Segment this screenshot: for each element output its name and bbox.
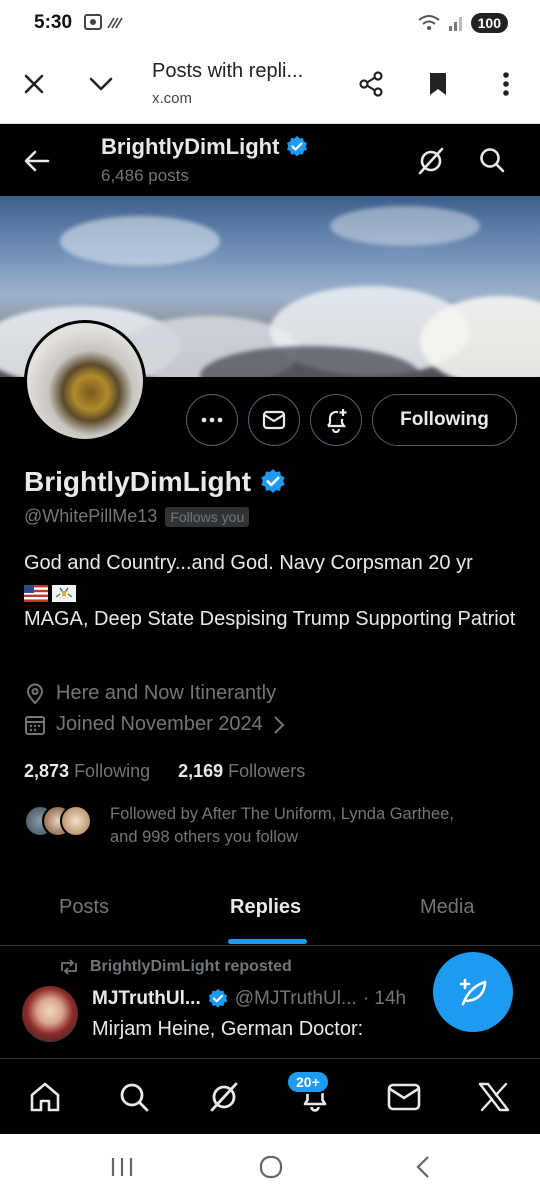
repost-icon: [61, 959, 77, 975]
back-arrow-icon[interactable]: [22, 146, 52, 176]
verified-badge-icon: [208, 988, 227, 1008]
follower-avatar: [60, 805, 92, 837]
header-name-text: BrightlyDimLight: [101, 134, 280, 159]
following-button[interactable]: Following: [372, 394, 517, 446]
back-chevron-icon[interactable]: [408, 1152, 438, 1182]
profile-tabs: Posts Replies Media: [0, 876, 540, 946]
notify-button[interactable]: [310, 394, 362, 446]
follows-you-badge: Follows you: [165, 506, 250, 527]
profile-handle-row: @WhitePillMe13 Follows you: [24, 506, 250, 527]
bottom-navigation: [0, 1058, 540, 1134]
active-tab-indicator: [228, 939, 307, 944]
followers-count: 2,169: [178, 761, 224, 781]
search-icon[interactable]: [116, 1079, 152, 1115]
close-icon[interactable]: [18, 68, 50, 100]
followers-stat[interactable]: 2,169 Followers: [178, 761, 305, 782]
grok-icon[interactable]: [206, 1079, 242, 1115]
header-name: BrightlyDimLight: [101, 134, 309, 160]
bell-plus-icon: [327, 409, 347, 433]
joined-row[interactable]: Joined November 2024: [24, 713, 285, 736]
verified-badge-icon: [287, 136, 308, 157]
profile-bio: God and Country...and God. Navy Corpsman…: [24, 549, 524, 633]
followed-by-avatars: [24, 805, 92, 839]
bio-flags: [24, 584, 76, 602]
following-count: 2,873: [24, 761, 70, 781]
location-text: Here and Now Itinerantly: [56, 682, 277, 704]
wifi-icon: [418, 15, 440, 30]
home-circle-icon[interactable]: [256, 1152, 286, 1182]
calendar-icon: [25, 715, 45, 735]
status-bar: 5:30 100: [0, 0, 540, 46]
bio-line-1: God and Country...and God. Navy Corpsman…: [24, 552, 473, 574]
screenshot-icon: [84, 14, 102, 30]
compose-post-button[interactable]: [433, 952, 513, 1032]
home-icon[interactable]: [27, 1079, 63, 1115]
tweet-time: · 14h: [362, 988, 407, 1009]
status-right-icons: 100: [417, 13, 508, 33]
us-flag-icon: [24, 584, 48, 602]
followed-by-line-2: and 998 others you follow: [110, 828, 299, 846]
header-posts-count: 6,486 posts: [101, 166, 189, 185]
verified-badge-icon[interactable]: [259, 468, 287, 496]
browser-url[interactable]: x.com: [152, 90, 192, 107]
profile-handle: @WhitePillMe13: [24, 506, 158, 526]
search-icon[interactable]: [478, 146, 508, 176]
following-stat[interactable]: 2,873 Following: [24, 761, 150, 782]
followers-label: Followers: [228, 761, 306, 781]
tweet-header: MJTruthUl... @MJTruthUl... · 14h: [92, 988, 406, 1010]
notifications-badge: 20+: [286, 1070, 330, 1094]
messages-icon[interactable]: [386, 1079, 422, 1115]
repost-label: BrightlyDimLight reposted: [90, 958, 292, 975]
status-left-icons: [84, 14, 124, 34]
joined-text: Joined November 2024: [56, 713, 263, 735]
followed-by-text: Followed by After The Uniform, Lynda Gar…: [110, 803, 510, 849]
tweet-author-avatar[interactable]: [22, 986, 78, 1042]
chevron-right-icon: [274, 715, 285, 734]
bookmark-icon[interactable]: [422, 68, 454, 100]
profile-header-bar: BrightlyDimLight 6,486 posts: [0, 124, 540, 196]
browser-toolbar: Posts with repli... x.com: [0, 46, 540, 124]
virgin-islands-flag-icon: [52, 584, 76, 602]
profile-name-text: BrightlyDimLight: [24, 466, 252, 497]
x-logo-icon[interactable]: [476, 1079, 512, 1115]
signal-icon: [448, 17, 462, 31]
repost-indicator: BrightlyDimLight reposted: [58, 958, 292, 976]
status-time: 5:30: [34, 12, 73, 33]
followed-by-row[interactable]: Followed by After The Uniform, Lynda Gar…: [24, 803, 510, 849]
nfc-icon: [107, 17, 123, 29]
chevron-down-icon[interactable]: [85, 68, 117, 100]
envelope-icon: [262, 410, 286, 430]
battery-icon: 100: [470, 13, 508, 33]
followed-by-line-1: Followed by After The Uniform, Lynda Gar…: [110, 805, 454, 823]
tab-posts[interactable]: Posts: [59, 896, 109, 919]
grok-icon[interactable]: [416, 146, 446, 176]
recents-icon[interactable]: [107, 1152, 137, 1182]
tab-media[interactable]: Media: [420, 896, 474, 919]
location-row: Here and Now Itinerantly: [24, 682, 276, 705]
more-vertical-icon[interactable]: [490, 68, 522, 100]
more-horizontal-icon: [201, 417, 223, 423]
profile-name: BrightlyDimLight: [24, 466, 287, 498]
android-navigation-bar: [0, 1134, 540, 1200]
follow-stats: 2,873 Following 2,169 Followers: [24, 761, 305, 782]
browser-page-title: Posts with repli...: [152, 60, 304, 82]
following-label: Following: [74, 761, 151, 781]
tweet-author-name[interactable]: MJTruthUl...: [92, 988, 201, 1010]
location-pin-icon: [26, 683, 44, 704]
tweet-text[interactable]: Mirjam Heine, German Doctor:: [92, 1018, 363, 1041]
bio-line-2: MAGA, Deep State Despising Trump Support…: [24, 608, 516, 630]
share-icon[interactable]: [355, 68, 387, 100]
profile-avatar[interactable]: [24, 320, 146, 442]
compose-feather-icon: [459, 978, 487, 1006]
message-button[interactable]: [248, 394, 300, 446]
tab-replies[interactable]: Replies: [230, 896, 301, 919]
tweet-author-handle: @MJTruthUl...: [234, 988, 357, 1009]
more-options-button[interactable]: [186, 394, 238, 446]
